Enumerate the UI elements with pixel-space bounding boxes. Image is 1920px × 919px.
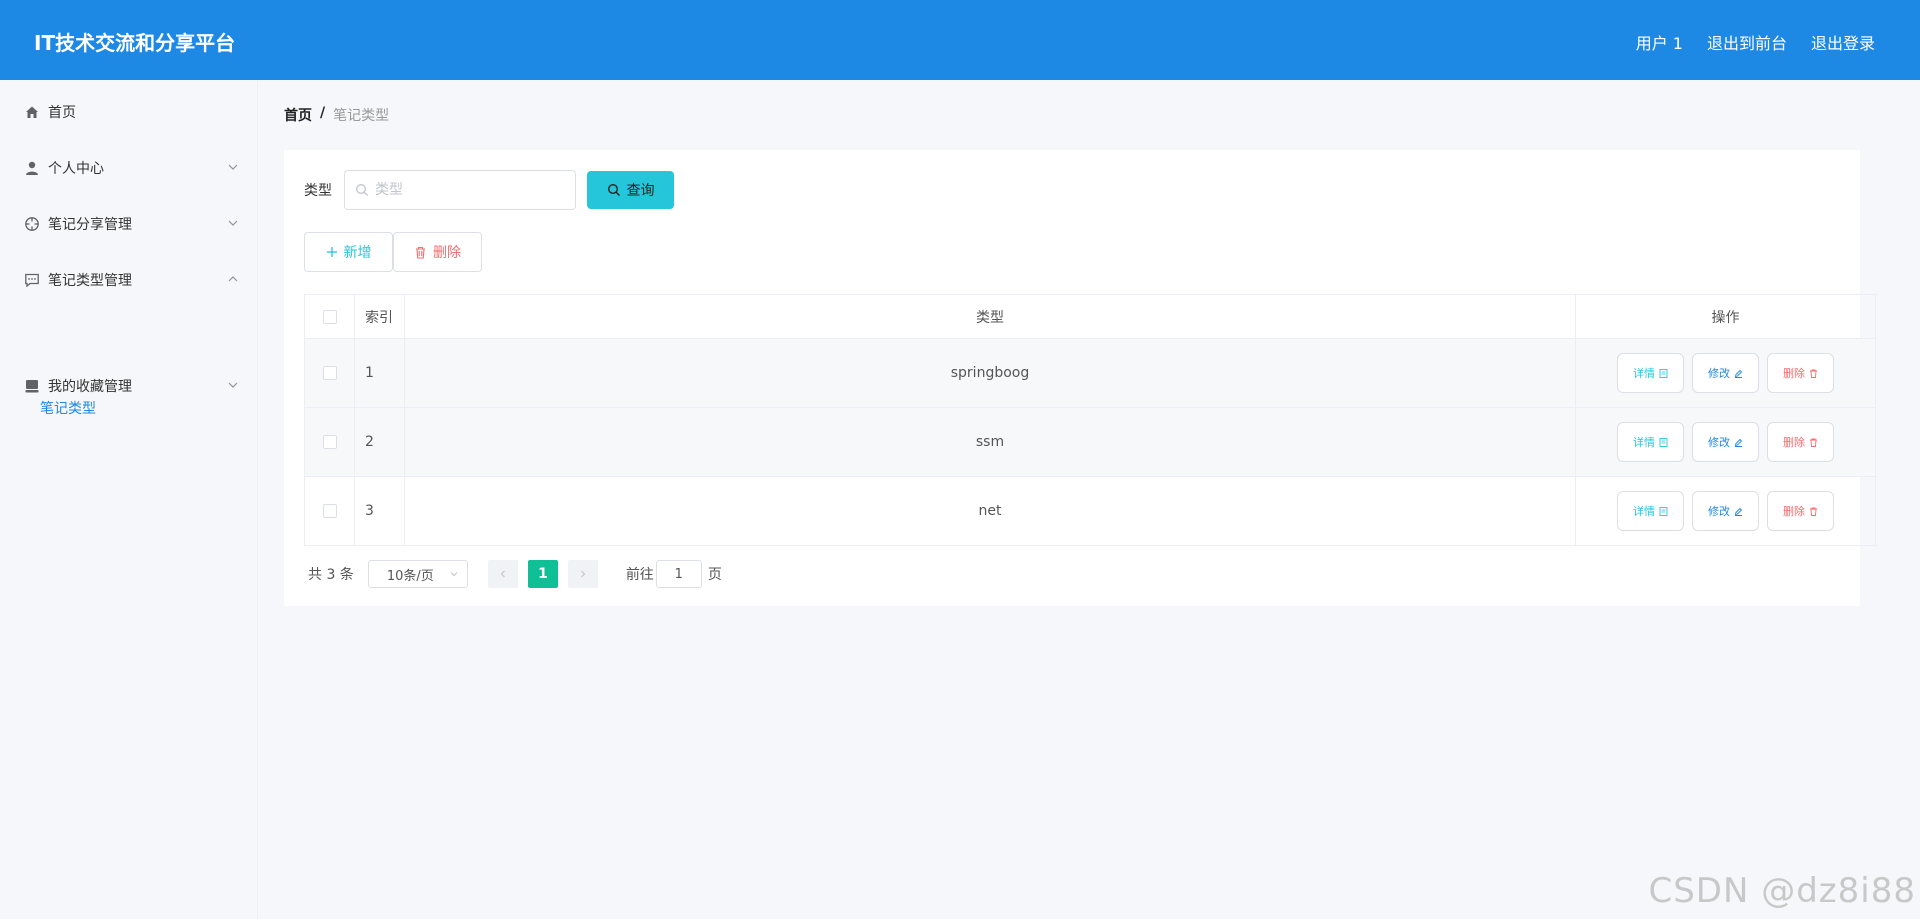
header-actions: 用户 1 退出到前台 退出登录 (1636, 30, 1875, 54)
add-button-label: 新增 (343, 245, 372, 261)
chevron-up-icon (228, 276, 238, 282)
chat-icon (24, 272, 40, 288)
chevron-left-icon (500, 570, 505, 578)
pencil-icon (1734, 369, 1743, 378)
chevron-down-icon (450, 572, 458, 577)
csdn-watermark: CSDN @dz8i88 (1648, 871, 1916, 911)
next-page-button[interactable] (567, 560, 598, 588)
chevron-down-icon (228, 220, 238, 226)
header-index: 索引 (354, 294, 405, 339)
trash-icon (1810, 369, 1817, 378)
pagination-total: 共 3 条 (308, 567, 354, 583)
query-button-label: 查询 (626, 183, 655, 199)
sidebar-item-label: 个人中心 (48, 161, 104, 177)
row-type: springboog (404, 338, 1576, 408)
storage-icon (24, 378, 40, 394)
row-type: ssm (404, 407, 1576, 477)
header-ops: 操作 (1575, 294, 1876, 339)
sidebar-item-label: 我的收藏管理 (48, 379, 132, 395)
home-icon (24, 104, 40, 120)
table-row: 1 springboog 详情 修改 删除 (304, 338, 1876, 408)
sidebar-subitem-note-type[interactable]: 笔记类型 (40, 398, 96, 418)
delete-button[interactable]: 删除 (1767, 422, 1834, 462)
search-field[interactable] (344, 170, 576, 210)
table-header-row: 索引 类型 操作 (304, 294, 1876, 339)
row-checkbox[interactable] (322, 366, 337, 380)
goto-suffix: 页 (707, 567, 722, 583)
trash-icon (1810, 438, 1817, 447)
goto-page-input[interactable] (655, 560, 702, 588)
trash-icon (416, 246, 425, 259)
logout-link[interactable]: 退出登录 (1811, 30, 1875, 54)
search-label: 类型 (304, 183, 332, 199)
sidebar-item-label: 笔记分享管理 (48, 217, 132, 233)
batch-delete-button-label: 删除 (433, 245, 461, 261)
page-number-current[interactable]: 1 (527, 560, 558, 588)
sidebar-item-note-type-mgmt[interactable]: 笔记类型管理 (24, 268, 240, 292)
chevron-down-icon (228, 382, 238, 388)
detail-button[interactable]: 详情 (1617, 491, 1684, 531)
select-all-checkbox[interactable] (322, 309, 337, 324)
document-icon (1659, 368, 1668, 378)
table-row: 2 ssm 详情 修改 删除 (304, 407, 1876, 477)
row-index: 2 (354, 407, 405, 477)
note-type-table: 索引 类型 操作 1 springboog 详情 修改 删除 2 ssm 详情 … (304, 294, 1876, 546)
select-all-cell (304, 294, 355, 339)
breadcrumb-separator: / (320, 105, 326, 121)
breadcrumb-current: 笔记类型 (333, 108, 390, 124)
document-icon (1659, 506, 1668, 516)
sidebar: 首页 个人中心 笔记分享管理 笔记类型管理 笔记类型 我的收藏管理 (0, 80, 258, 919)
row-index: 1 (354, 338, 405, 408)
breadcrumb-home[interactable]: 首页 (284, 105, 312, 125)
table-row: 3 net 详情 修改 删除 (304, 476, 1876, 546)
row-index: 3 (354, 476, 405, 546)
sidebar-item-personal-center[interactable]: 个人中心 (24, 156, 240, 180)
sidebar-item-label: 笔记类型管理 (48, 273, 132, 289)
goto-label: 前往 (625, 567, 654, 583)
plus-icon (326, 247, 337, 257)
row-checkbox[interactable] (322, 504, 337, 518)
sidebar-item-note-share[interactable]: 笔记分享管理 (24, 212, 240, 236)
delete-button[interactable]: 删除 (1767, 353, 1834, 393)
user-icon (24, 160, 40, 176)
pencil-icon (1734, 507, 1743, 516)
crosshair-icon (24, 216, 40, 232)
page-size-select[interactable]: 10条/页 (367, 560, 468, 588)
top-bar: IT技术交流和分享平台 用户 1 退出到前台 退出登录 (0, 0, 1920, 80)
detail-button[interactable]: 详情 (1617, 422, 1684, 462)
search-icon (356, 184, 368, 196)
query-button[interactable]: 查询 (587, 171, 674, 209)
user-name-link[interactable]: 用户 1 (1636, 30, 1683, 54)
search-input[interactable] (375, 182, 565, 198)
batch-delete-button[interactable]: 删除 (393, 232, 482, 272)
edit-button[interactable]: 修改 (1692, 353, 1759, 393)
breadcrumb: 首页 / 笔记类型 (284, 105, 389, 125)
pagination: 共 3 条 10条/页 1 前往 页 (304, 560, 722, 588)
header-type: 类型 (404, 294, 1576, 339)
exit-to-front-link[interactable]: 退出到前台 (1707, 30, 1787, 54)
sidebar-item-favorites[interactable]: 我的收藏管理 (24, 374, 240, 398)
page-size-value: 10条/页 (386, 568, 434, 584)
app-title: IT技术交流和分享平台 (34, 31, 236, 55)
delete-button[interactable]: 删除 (1767, 491, 1834, 531)
chevron-down-icon (228, 164, 238, 170)
edit-button[interactable]: 修改 (1692, 422, 1759, 462)
document-icon (1659, 437, 1668, 447)
search-icon (607, 183, 620, 196)
trash-icon (1810, 507, 1817, 516)
pencil-icon (1734, 438, 1743, 447)
prev-page-button[interactable] (487, 560, 518, 588)
add-button[interactable]: 新增 (304, 232, 393, 272)
detail-button[interactable]: 详情 (1617, 353, 1684, 393)
edit-button[interactable]: 修改 (1692, 491, 1759, 531)
sidebar-item-label: 首页 (48, 105, 76, 121)
sidebar-item-home[interactable]: 首页 (24, 100, 240, 124)
content-panel: 类型 查询 新增 删除 索引 类型 操作 1 springboog (284, 150, 1876, 606)
row-checkbox[interactable] (322, 435, 337, 449)
chevron-right-icon (580, 570, 586, 578)
row-type: net (404, 476, 1576, 546)
